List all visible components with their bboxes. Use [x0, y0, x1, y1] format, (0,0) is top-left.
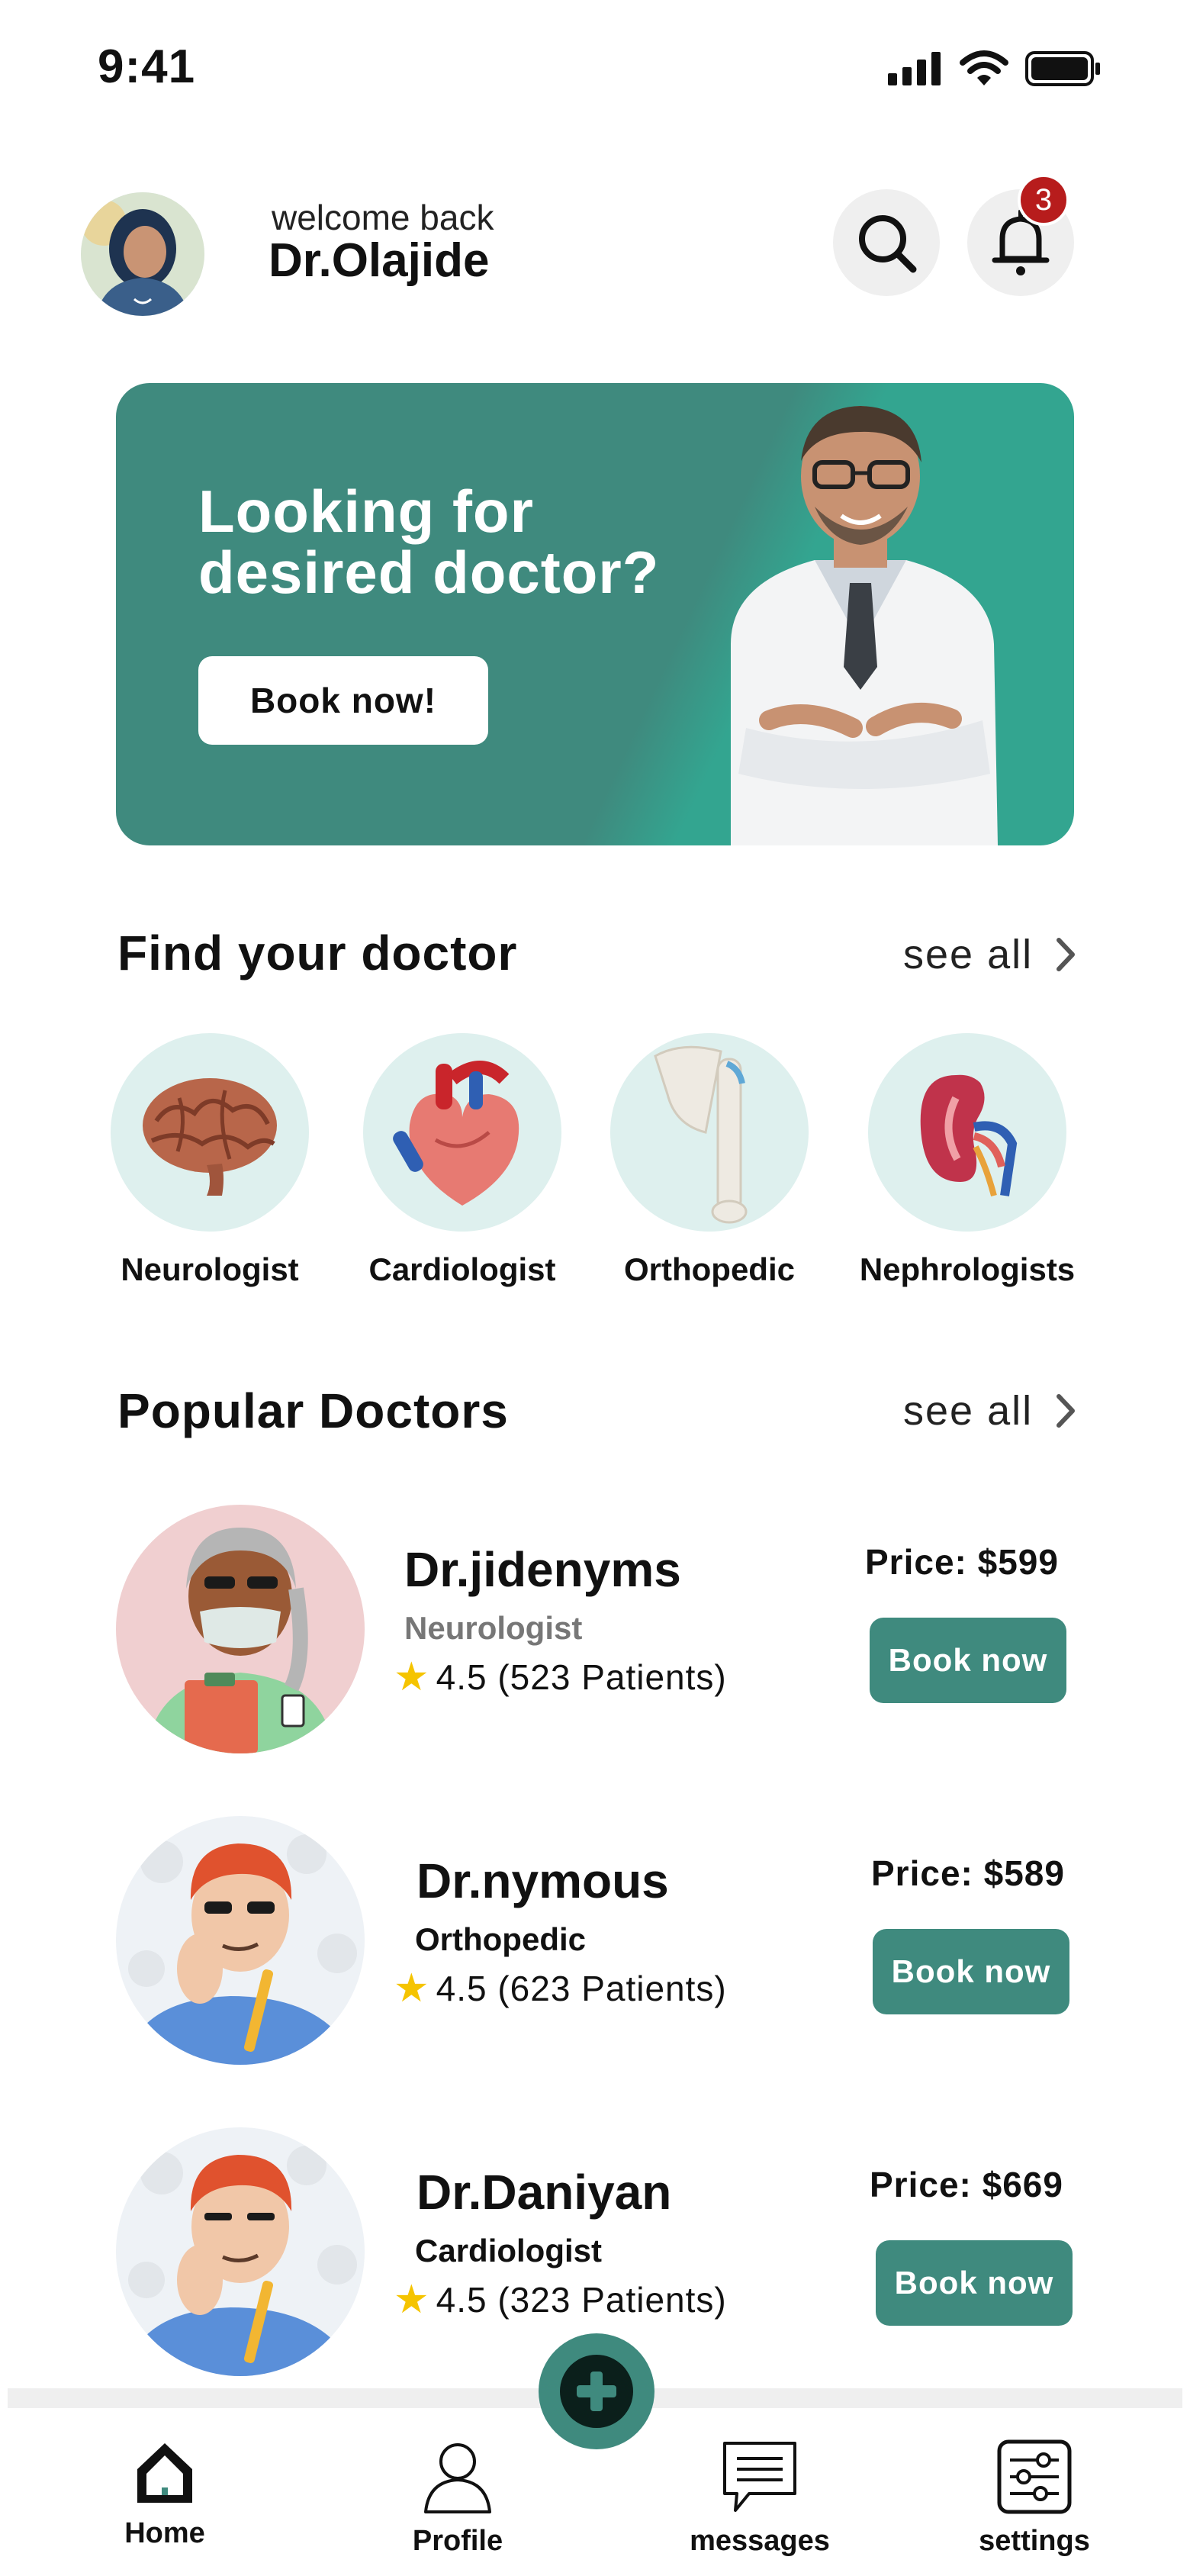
specialty-label: Nephrologists [859, 1251, 1076, 1287]
doctor-photo [116, 2127, 365, 2376]
doctor-price: Price: $599 [865, 1542, 1059, 1582]
add-fab-button[interactable] [539, 2333, 654, 2449]
specialty-neurologist[interactable]: Neurologist [95, 1033, 324, 1288]
star-icon: ★ [394, 2278, 430, 2322]
welcome-text: welcome back [272, 198, 494, 237]
doctor-specialty: Cardiologist [415, 2233, 603, 2268]
doctor-photo [116, 1816, 365, 2065]
user-name: Dr.Olajide [269, 234, 490, 287]
chevron-right-icon [1057, 938, 1076, 971]
rating-text: 4.5 (323 Patients) [436, 2280, 727, 2320]
profile-icon [424, 2443, 491, 2513]
banner-title-line1: Looking for [198, 478, 534, 545]
banner-title-line2: desired doctor? [198, 539, 660, 606]
specialty-nephrologists[interactable]: Nephrologists [853, 1033, 1082, 1288]
kidney-icon [920, 1074, 1018, 1197]
specialty-circle [868, 1033, 1066, 1232]
specialty-circle [610, 1033, 809, 1232]
status-time: 9:41 [98, 40, 196, 93]
book-now-button[interactable]: Book now [873, 1929, 1069, 2014]
nav-messages[interactable]: messages [676, 2439, 844, 2558]
doctor-illustration [731, 406, 998, 845]
book-now-button[interactable]: Book now [870, 1618, 1066, 1703]
popular-doctors-title: Popular Doctors [117, 1383, 509, 1438]
home-icon [137, 2443, 192, 2503]
notification-badge: 3 [1018, 174, 1069, 226]
header: welcome back Dr.Olajide 3 [0, 174, 1190, 328]
see-all-label: see all [903, 932, 1034, 977]
notification-button[interactable]: 3 [967, 174, 1074, 296]
signal-icon [888, 52, 941, 85]
popular-see-all[interactable]: see all [903, 1387, 1077, 1435]
nav-profile[interactable]: Profile [374, 2439, 542, 2558]
nav-label: messages [690, 2525, 830, 2557]
specialty-circle [111, 1033, 309, 1232]
doctor-rating: ★ 4.5 (323 Patients) [394, 2277, 727, 2323]
nav-home[interactable]: Home [81, 2439, 249, 2550]
specialty-label: Orthopedic [623, 1251, 795, 1287]
doctor-specialty: Orthopedic [415, 1921, 587, 1957]
doctor-card[interactable]: Dr.nymous Orthopedic ★ 4.5 (623 Patients… [0, 1816, 1190, 2075]
nav-label: settings [979, 2525, 1090, 2557]
search-button[interactable] [833, 189, 940, 296]
nav-label: Home [124, 2517, 205, 2549]
doctor-name: Dr.Daniyan [416, 2165, 672, 2220]
doctor-name: Dr.jidenyms [404, 1542, 681, 1597]
doctor-name: Dr.nymous [416, 1853, 669, 1908]
find-doctor-see-all[interactable]: see all [903, 931, 1077, 978]
book-now-button[interactable]: Book now [876, 2240, 1073, 2326]
star-icon: ★ [394, 1966, 430, 2011]
star-icon: ★ [394, 1655, 430, 1699]
nav-label: Profile [412, 2525, 503, 2557]
promo-banner: Looking for desired doctor? Book now! [116, 383, 1074, 845]
status-bar: 9:41 [0, 0, 1190, 137]
find-doctor-title: Find your doctor [117, 926, 518, 980]
doctor-photo [116, 1505, 365, 1753]
specialty-label: Neurologist [121, 1251, 299, 1287]
search-icon [859, 215, 917, 273]
nav-settings[interactable]: settings [950, 2439, 1118, 2558]
doctor-price: Price: $669 [870, 2165, 1063, 2204]
message-icon [723, 2442, 796, 2512]
see-all-label: see all [903, 1388, 1034, 1434]
brain-icon [143, 1078, 277, 1196]
doctor-card[interactable]: Dr.jidenyms Neurologist ★ 4.5 (523 Patie… [0, 1505, 1190, 1764]
bone-icon [654, 1045, 748, 1224]
doctor-price: Price: $589 [871, 1853, 1065, 1893]
specialty-label: Cardiologist [368, 1251, 556, 1287]
wifi-icon [960, 50, 1008, 85]
specialty-orthopedic[interactable]: Orthopedic [595, 1033, 824, 1288]
chevron-right-icon [1057, 1394, 1076, 1428]
rating-text: 4.5 (623 Patients) [436, 1969, 727, 2008]
doctor-rating: ★ 4.5 (623 Patients) [394, 1966, 727, 2011]
heart-icon [393, 1061, 519, 1206]
settings-icon [997, 2439, 1072, 2514]
specialty-circle [363, 1033, 561, 1232]
battery-icon [1025, 51, 1100, 86]
specialty-cardiologist[interactable]: Cardiologist [348, 1033, 577, 1288]
plus-icon [577, 2372, 616, 2411]
doctor-rating: ★ 4.5 (523 Patients) [394, 1654, 727, 1700]
avatar[interactable] [81, 192, 204, 316]
banner-title: Looking for desired doctor? [198, 481, 732, 603]
rating-text: 4.5 (523 Patients) [436, 1657, 727, 1697]
doctor-specialty: Neurologist [404, 1610, 583, 1646]
banner-book-button[interactable]: Book now! [198, 656, 488, 745]
fab-inner [560, 2355, 633, 2428]
status-icons [888, 50, 1102, 87]
